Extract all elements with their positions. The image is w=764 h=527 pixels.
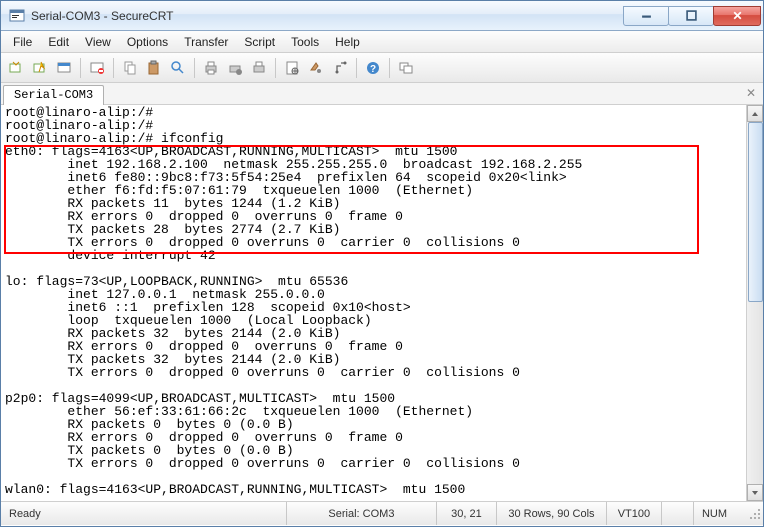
minimize-button[interactable] [623,6,669,26]
quick-connect-icon[interactable] [29,57,51,79]
copy-icon[interactable] [119,57,141,79]
properties-icon[interactable] [281,57,303,79]
find-icon[interactable] [167,57,189,79]
print-screen-icon[interactable] [248,57,270,79]
connect-icon[interactable] [5,57,27,79]
separator [389,58,390,78]
window-buttons [624,6,761,26]
tab-bar: Serial-COM3 ✕ [1,83,763,105]
scroll-down-icon[interactable] [747,484,763,501]
menu-options[interactable]: Options [119,32,176,52]
menu-edit[interactable]: Edit [40,32,77,52]
title-bar: Serial-COM3 - SecureCRT [1,1,763,31]
maximize-button[interactable] [668,6,714,26]
separator [113,58,114,78]
status-ready: Ready [1,502,287,525]
app-icon [9,8,25,24]
menu-file[interactable]: File [5,32,40,52]
status-term: VT100 [607,502,662,525]
vertical-scrollbar[interactable] [746,105,763,501]
scroll-up-icon[interactable] [747,105,763,122]
menu-transfer[interactable]: Transfer [176,32,236,52]
menu-bar: File Edit View Options Transfer Script T… [1,31,763,53]
separator [275,58,276,78]
menu-help[interactable]: Help [327,32,368,52]
options-icon[interactable] [305,57,327,79]
separator [194,58,195,78]
print-setup-icon[interactable] [224,57,246,79]
status-num: NUM [694,502,747,525]
keymap-icon[interactable] [329,57,351,79]
svg-text:?: ? [370,64,376,75]
separator [356,58,357,78]
status-serial: Serial: COM3 [287,502,437,525]
toolbar: ? [1,53,763,83]
tab-close-icon[interactable]: ✕ [743,85,759,101]
terminal-output: root@linaro-alip:/# root@linaro-alip:/# … [1,105,746,497]
sessions-icon[interactable] [395,57,417,79]
status-caps [662,502,694,525]
resize-grip-icon[interactable] [747,506,763,522]
status-size: 30 Rows, 90 Cols [497,502,607,525]
menu-script[interactable]: Script [236,32,283,52]
window-title: Serial-COM3 - SecureCRT [31,9,624,23]
status-cursor: 30, 21 [437,502,497,525]
print-icon[interactable] [200,57,222,79]
help-icon[interactable]: ? [362,57,384,79]
separator [80,58,81,78]
status-bar: Ready Serial: COM3 30, 21 30 Rows, 90 Co… [1,501,763,525]
close-button[interactable] [713,6,761,26]
paste-icon[interactable] [143,57,165,79]
reconnect-icon[interactable] [86,57,108,79]
scroll-thumb[interactable] [748,122,763,302]
terminal-pane[interactable]: root@linaro-alip:/# root@linaro-alip:/# … [1,105,763,501]
connect-bar-icon[interactable] [53,57,75,79]
menu-tools[interactable]: Tools [283,32,327,52]
menu-view[interactable]: View [77,32,119,52]
session-tab[interactable]: Serial-COM3 [3,85,104,105]
